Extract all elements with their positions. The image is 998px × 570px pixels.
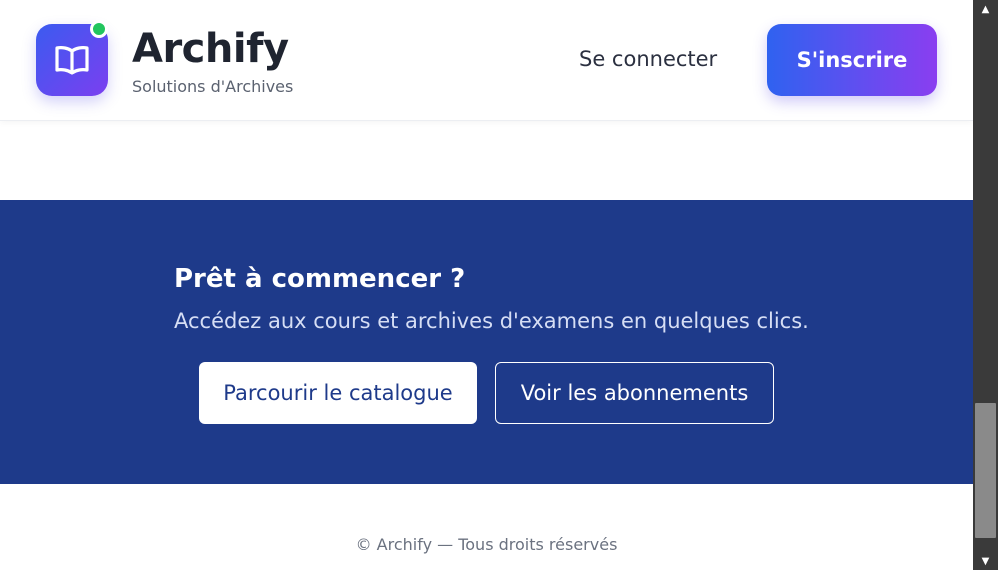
arrow-up-icon[interactable]: ▲ bbox=[973, 0, 998, 18]
book-icon bbox=[55, 46, 89, 75]
view-plans-button[interactable]: Voir les abonnements bbox=[495, 362, 774, 424]
online-status-dot bbox=[90, 20, 108, 38]
arrow-down-icon[interactable]: ▼ bbox=[973, 552, 998, 570]
page: Archify Solutions d'Archives Se connecte… bbox=[0, 0, 973, 570]
cta-subtitle: Accédez aux cours et archives d'examens … bbox=[174, 309, 809, 333]
browse-catalog-button[interactable]: Parcourir le catalogue bbox=[199, 362, 477, 424]
signup-button[interactable]: S'inscrire bbox=[767, 24, 937, 96]
scrollbar-thumb[interactable] bbox=[975, 403, 996, 538]
brand-tagline: Solutions d'Archives bbox=[132, 77, 294, 96]
footer-copyright: © Archify — Tous droits réservés bbox=[355, 535, 618, 554]
cta-title: Prêt à commencer ? bbox=[174, 264, 466, 294]
login-link[interactable]: Se connecter bbox=[579, 47, 717, 71]
vertical-scrollbar[interactable]: ▲ ▼ bbox=[973, 0, 998, 570]
brand-name: Archify bbox=[132, 26, 289, 72]
site-header: Archify Solutions d'Archives Se connecte… bbox=[0, 0, 973, 121]
cta-section: Prêt à commencer ? Accédez aux cours et … bbox=[0, 200, 973, 484]
